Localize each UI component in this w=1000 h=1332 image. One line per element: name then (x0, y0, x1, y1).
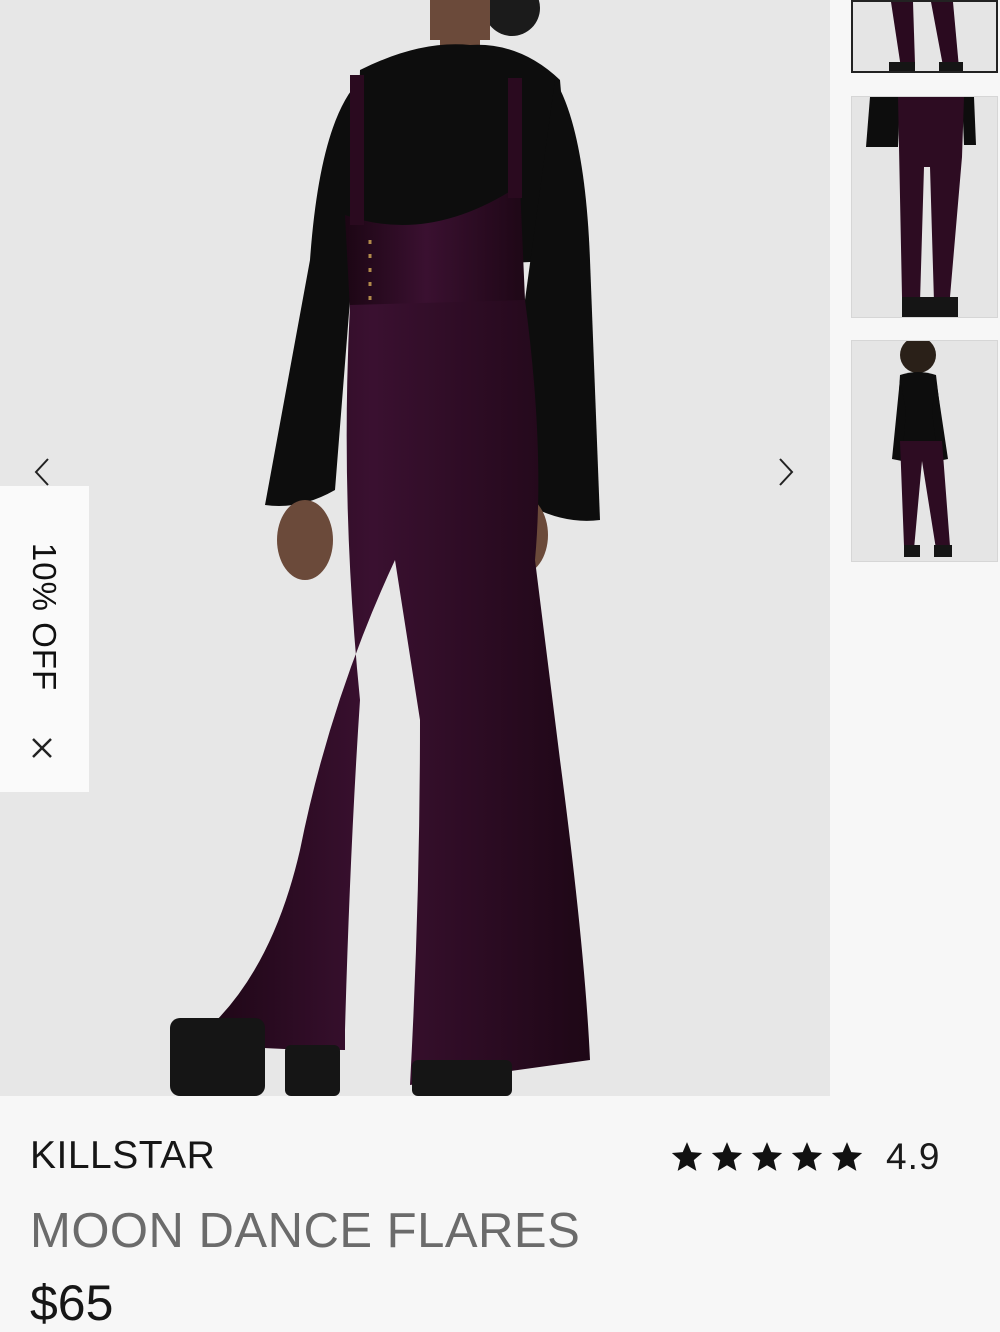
rating-stars (670, 1140, 864, 1174)
thumbnail-2[interactable] (851, 96, 998, 318)
product-page: 10% OFF KILLSTAR MOON DANCE FLARES $65 4… (0, 0, 1000, 1332)
star-icon (751, 1142, 783, 1171)
next-image-button[interactable] (764, 450, 808, 494)
chevron-left-icon (34, 458, 49, 486)
product-rating[interactable]: 4.9 (670, 1136, 940, 1178)
brand-name[interactable]: KILLSTAR (30, 1134, 215, 1178)
product-title: MOON DANCE FLARES (30, 1204, 581, 1258)
discount-label[interactable]: 10% OFF (25, 543, 63, 691)
star-icon (791, 1142, 823, 1171)
thumbnail-3[interactable] (851, 340, 998, 562)
thumbnail-image (852, 97, 997, 317)
star-icon (671, 1142, 703, 1171)
thumbnail-image (852, 341, 997, 561)
product-price: $65 (30, 1275, 114, 1331)
star-icon (831, 1142, 863, 1171)
discount-close-button[interactable] (26, 732, 58, 764)
close-icon (32, 738, 52, 758)
rating-value: 4.9 (886, 1136, 941, 1177)
thumbnail-1[interactable] (851, 0, 998, 73)
model-illustration (0, 0, 830, 1096)
chevron-right-icon (779, 458, 794, 486)
main-product-image[interactable] (0, 0, 830, 1096)
thumbnail-image (853, 2, 996, 71)
star-icon (711, 1142, 743, 1171)
